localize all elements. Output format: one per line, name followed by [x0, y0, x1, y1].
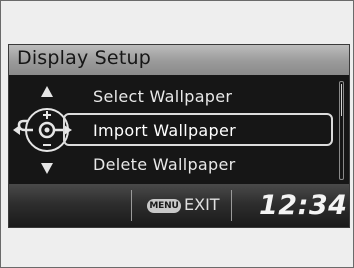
down-arrow-icon — [41, 163, 53, 174]
menu-item-import-wallpaper[interactable]: Import Wallpaper — [93, 121, 236, 140]
divider — [231, 190, 232, 221]
status-bar: MENU EXIT 12:34 — [9, 184, 349, 227]
scrollbar-thumb[interactable] — [341, 84, 342, 116]
title-bar: Display Setup — [9, 45, 349, 75]
menu-item-delete-wallpaper[interactable]: Delete Wallpaper — [93, 155, 236, 174]
divider — [131, 190, 132, 221]
back-arrow-icon — [13, 119, 33, 135]
exit-label[interactable]: EXIT — [184, 195, 220, 214]
scrollbar[interactable] — [339, 81, 344, 180]
menu-list: Select Wallpaper Import Wallpaper Delete… — [9, 75, 349, 184]
display-screen: Display Setup Select Wallpaper Import Wa… — [8, 44, 350, 228]
menu-item-select-wallpaper[interactable]: Select Wallpaper — [93, 87, 232, 106]
clock: 12:34 — [259, 190, 348, 221]
up-arrow-icon — [41, 86, 53, 97]
figure-frame: Display Setup Select Wallpaper Import Wa… — [0, 0, 354, 268]
menu-button-icon[interactable]: MENU — [147, 199, 181, 213]
screen-title: Display Setup — [17, 47, 151, 69]
